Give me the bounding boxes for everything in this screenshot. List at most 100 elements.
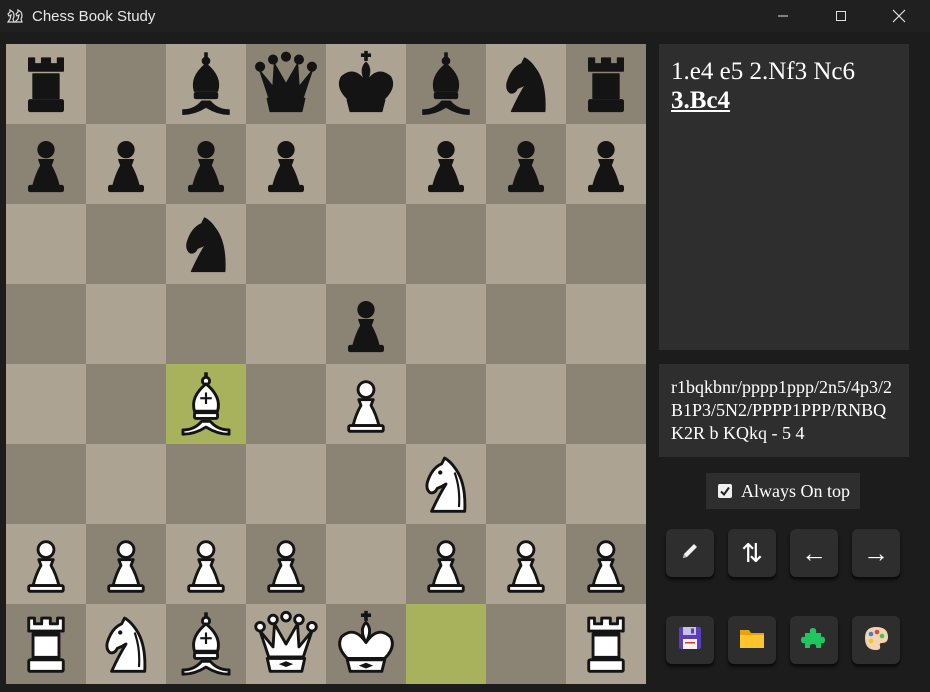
white-pawn[interactable]: .acc{stroke:#141414;stroke-width:3;fill:… xyxy=(10,528,82,600)
square-d2[interactable]: .acc{stroke:#141414;stroke-width:3;fill:… xyxy=(246,524,326,604)
square-a6[interactable] xyxy=(6,204,86,284)
square-f8[interactable]: .acc{stroke:#ffffff;stroke-width:3;fill:… xyxy=(406,44,486,124)
previous-move-button[interactable]: ← xyxy=(790,529,838,577)
black-pawn[interactable]: .acc{stroke:#ffffff;stroke-width:3;fill:… xyxy=(570,128,642,200)
black-rook[interactable]: .acc{stroke:#ffffff;stroke-width:3;fill:… xyxy=(570,48,642,120)
square-h5[interactable] xyxy=(566,284,646,364)
square-f7[interactable]: .acc{stroke:#ffffff;stroke-width:3;fill:… xyxy=(406,124,486,204)
square-f2[interactable]: .acc{stroke:#141414;stroke-width:3;fill:… xyxy=(406,524,486,604)
flip-board-button[interactable]: ⇅ xyxy=(728,529,776,577)
square-a5[interactable] xyxy=(6,284,86,364)
black-knight[interactable]: .acc{stroke:#ffffff;stroke-width:3;fill:… xyxy=(490,48,562,120)
white-pawn[interactable]: .acc{stroke:#141414;stroke-width:3;fill:… xyxy=(570,528,642,600)
square-e6[interactable] xyxy=(326,204,406,284)
square-d1[interactable]: .acc{stroke:#141414;stroke-width:3;fill:… xyxy=(246,604,326,684)
save-button[interactable] xyxy=(666,616,714,664)
square-b4[interactable] xyxy=(86,364,166,444)
white-pawn[interactable]: .acc{stroke:#141414;stroke-width:3;fill:… xyxy=(330,368,402,440)
square-g3[interactable] xyxy=(486,444,566,524)
white-pawn[interactable]: .acc{stroke:#141414;stroke-width:3;fill:… xyxy=(170,528,242,600)
square-b6[interactable] xyxy=(86,204,166,284)
always-on-top-toggle[interactable]: Always On top xyxy=(706,473,860,509)
black-pawn[interactable]: .acc{stroke:#ffffff;stroke-width:3;fill:… xyxy=(250,128,322,200)
square-e5[interactable]: .acc{stroke:#ffffff;stroke-width:3;fill:… xyxy=(326,284,406,364)
square-c7[interactable]: .acc{stroke:#ffffff;stroke-width:3;fill:… xyxy=(166,124,246,204)
square-d7[interactable]: .acc{stroke:#ffffff;stroke-width:3;fill:… xyxy=(246,124,326,204)
square-d6[interactable] xyxy=(246,204,326,284)
black-pawn[interactable]: .acc{stroke:#ffffff;stroke-width:3;fill:… xyxy=(330,288,402,360)
square-h3[interactable] xyxy=(566,444,646,524)
square-h1[interactable]: .acc{stroke:#141414;stroke-width:3;fill:… xyxy=(566,604,646,684)
square-c2[interactable]: .acc{stroke:#141414;stroke-width:3;fill:… xyxy=(166,524,246,604)
square-b2[interactable]: .acc{stroke:#141414;stroke-width:3;fill:… xyxy=(86,524,166,604)
black-bishop[interactable]: .acc{stroke:#ffffff;stroke-width:3;fill:… xyxy=(170,48,242,120)
theme-button[interactable] xyxy=(852,616,900,664)
square-d3[interactable] xyxy=(246,444,326,524)
square-c8[interactable]: .acc{stroke:#ffffff;stroke-width:3;fill:… xyxy=(166,44,246,124)
black-pawn[interactable]: .acc{stroke:#ffffff;stroke-width:3;fill:… xyxy=(410,128,482,200)
black-knight[interactable]: .acc{stroke:#ffffff;stroke-width:3;fill:… xyxy=(170,208,242,280)
square-g4[interactable] xyxy=(486,364,566,444)
square-g8[interactable]: .acc{stroke:#ffffff;stroke-width:3;fill:… xyxy=(486,44,566,124)
chess-board[interactable]: .acc{stroke:#ffffff;stroke-width:3;fill:… xyxy=(6,44,646,684)
square-d8[interactable]: .acc{stroke:#ffffff;stroke-width:3;fill:… xyxy=(246,44,326,124)
square-f6[interactable] xyxy=(406,204,486,284)
square-h4[interactable] xyxy=(566,364,646,444)
square-c5[interactable] xyxy=(166,284,246,364)
white-pawn[interactable]: .acc{stroke:#141414;stroke-width:3;fill:… xyxy=(90,528,162,600)
square-a1[interactable]: .acc{stroke:#141414;stroke-width:3;fill:… xyxy=(6,604,86,684)
square-a4[interactable] xyxy=(6,364,86,444)
black-queen[interactable]: .acc{stroke:#ffffff;stroke-width:3;fill:… xyxy=(250,48,322,120)
square-g7[interactable]: .acc{stroke:#ffffff;stroke-width:3;fill:… xyxy=(486,124,566,204)
next-move-button[interactable]: → xyxy=(852,529,900,577)
square-e8[interactable]: .acc{stroke:#ffffff;stroke-width:3;fill:… xyxy=(326,44,406,124)
square-e4[interactable]: .acc{stroke:#141414;stroke-width:3;fill:… xyxy=(326,364,406,444)
white-king[interactable]: .acc{stroke:#141414;stroke-width:3;fill:… xyxy=(330,608,402,680)
square-g5[interactable] xyxy=(486,284,566,364)
current-move[interactable]: 3.Bc4 xyxy=(671,86,897,115)
puzzle-button[interactable] xyxy=(790,616,838,664)
black-pawn[interactable]: .acc{stroke:#ffffff;stroke-width:3;fill:… xyxy=(170,128,242,200)
white-pawn[interactable]: .acc{stroke:#141414;stroke-width:3;fill:… xyxy=(490,528,562,600)
square-a2[interactable]: .acc{stroke:#141414;stroke-width:3;fill:… xyxy=(6,524,86,604)
square-f1[interactable] xyxy=(406,604,486,684)
always-on-top-checkbox[interactable] xyxy=(718,484,732,498)
square-h8[interactable]: .acc{stroke:#ffffff;stroke-width:3;fill:… xyxy=(566,44,646,124)
square-d5[interactable] xyxy=(246,284,326,364)
square-f4[interactable] xyxy=(406,364,486,444)
white-pawn[interactable]: .acc{stroke:#141414;stroke-width:3;fill:… xyxy=(250,528,322,600)
square-b8[interactable] xyxy=(86,44,166,124)
square-c4[interactable]: .acc{stroke:#141414;stroke-width:3;fill:… xyxy=(166,364,246,444)
black-king[interactable]: .acc{stroke:#ffffff;stroke-width:3;fill:… xyxy=(330,48,402,120)
move-line[interactable]: 1.e4 e5 2.Nf3 Nc6 xyxy=(671,57,897,86)
square-f5[interactable] xyxy=(406,284,486,364)
open-button[interactable] xyxy=(728,616,776,664)
maximize-icon[interactable] xyxy=(812,0,870,32)
square-a3[interactable] xyxy=(6,444,86,524)
black-bishop[interactable]: .acc{stroke:#ffffff;stroke-width:3;fill:… xyxy=(410,48,482,120)
square-d4[interactable] xyxy=(246,364,326,444)
white-knight[interactable]: .acc{stroke:#141414;stroke-width:3;fill:… xyxy=(90,608,162,680)
close-icon[interactable] xyxy=(870,0,928,32)
black-pawn[interactable]: .acc{stroke:#ffffff;stroke-width:3;fill:… xyxy=(10,128,82,200)
minimize-icon[interactable] xyxy=(754,0,812,32)
square-e7[interactable] xyxy=(326,124,406,204)
square-h7[interactable]: .acc{stroke:#ffffff;stroke-width:3;fill:… xyxy=(566,124,646,204)
black-pawn[interactable]: .acc{stroke:#ffffff;stroke-width:3;fill:… xyxy=(490,128,562,200)
white-knight[interactable]: .acc{stroke:#141414;stroke-width:3;fill:… xyxy=(410,448,482,520)
square-a8[interactable]: .acc{stroke:#ffffff;stroke-width:3;fill:… xyxy=(6,44,86,124)
square-b7[interactable]: .acc{stroke:#ffffff;stroke-width:3;fill:… xyxy=(86,124,166,204)
black-rook[interactable]: .acc{stroke:#ffffff;stroke-width:3;fill:… xyxy=(10,48,82,120)
square-c6[interactable]: .acc{stroke:#ffffff;stroke-width:3;fill:… xyxy=(166,204,246,284)
black-pawn[interactable]: .acc{stroke:#ffffff;stroke-width:3;fill:… xyxy=(90,128,162,200)
square-c3[interactable] xyxy=(166,444,246,524)
white-pawn[interactable]: .acc{stroke:#141414;stroke-width:3;fill:… xyxy=(410,528,482,600)
white-bishop[interactable]: .acc{stroke:#141414;stroke-width:3;fill:… xyxy=(170,608,242,680)
square-c1[interactable]: .acc{stroke:#141414;stroke-width:3;fill:… xyxy=(166,604,246,684)
white-rook[interactable]: .acc{stroke:#141414;stroke-width:3;fill:… xyxy=(570,608,642,680)
square-b1[interactable]: .acc{stroke:#141414;stroke-width:3;fill:… xyxy=(86,604,166,684)
square-b3[interactable] xyxy=(86,444,166,524)
white-bishop[interactable]: .acc{stroke:#141414;stroke-width:3;fill:… xyxy=(170,368,242,440)
square-e3[interactable] xyxy=(326,444,406,524)
white-rook[interactable]: .acc{stroke:#141414;stroke-width:3;fill:… xyxy=(10,608,82,680)
